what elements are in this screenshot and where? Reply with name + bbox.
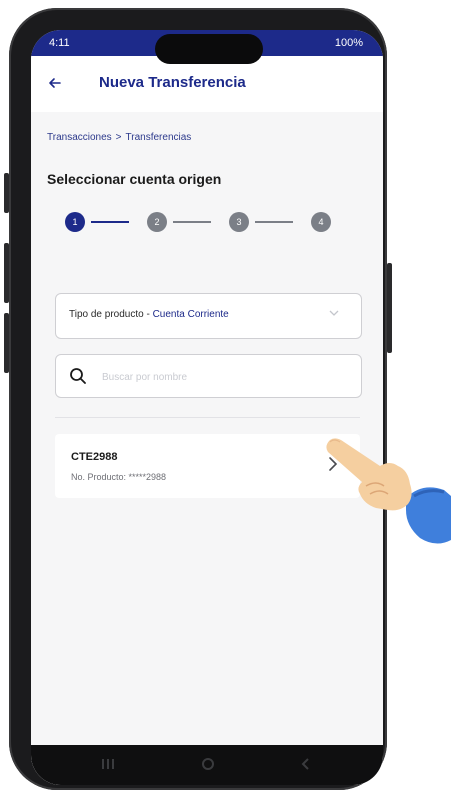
search-field[interactable] [55,354,362,398]
product-type-value: Cuenta Corriente [152,309,229,320]
stepper: 1 2 3 4 [65,212,345,232]
recent-apps-icon[interactable] [99,755,117,773]
step-3: 3 [229,212,249,232]
section-title: Seleccionar cuenta origen [47,171,222,187]
pointing-hand-icon [318,430,451,548]
back-nav-icon[interactable] [297,755,315,773]
phone-frame: 4:11 100% Nueva Transferencia Transaccio… [4,8,392,790]
search-input[interactable] [100,366,344,388]
product-type-label: Tipo de producto - Cuenta Corriente [69,309,229,320]
page-title: Nueva Transferencia [99,74,246,91]
arrow-left-icon[interactable] [45,72,67,94]
account-number: No. Producto: *****2988 [71,472,167,482]
breadcrumb-separator: > [115,132,122,143]
step-1: 1 [65,212,85,232]
volume-button [4,313,9,373]
camera-notch [155,34,263,64]
home-icon[interactable] [199,755,217,773]
battery-level: 100% [334,37,363,49]
search-icon [68,366,88,386]
step-connector [91,221,129,223]
power-button [387,263,392,353]
divider [55,417,360,418]
system-nav-bar [31,745,383,785]
breadcrumb-item-transacciones[interactable]: Transacciones [47,132,112,143]
volume-button [4,173,9,213]
account-name: CTE2988 [71,451,118,463]
status-time: 4:11 [49,37,70,49]
step-connector [255,221,293,223]
volume-button [4,243,9,303]
product-type-select[interactable]: Tipo de producto - Cuenta Corriente [55,293,362,339]
app-bar: Nueva Transferencia [31,56,383,113]
step-2: 2 [147,212,167,232]
phone-screen: 4:11 100% Nueva Transferencia Transaccio… [31,30,383,785]
step-4: 4 [311,212,331,232]
chevron-down-icon [329,307,339,321]
breadcrumb: Transacciones > Transferencias [47,132,191,143]
step-connector [173,221,211,223]
breadcrumb-item-transferencias: Transferencias [125,132,192,143]
account-item[interactable]: CTE2988 No. Producto: *****2988 [55,434,360,498]
